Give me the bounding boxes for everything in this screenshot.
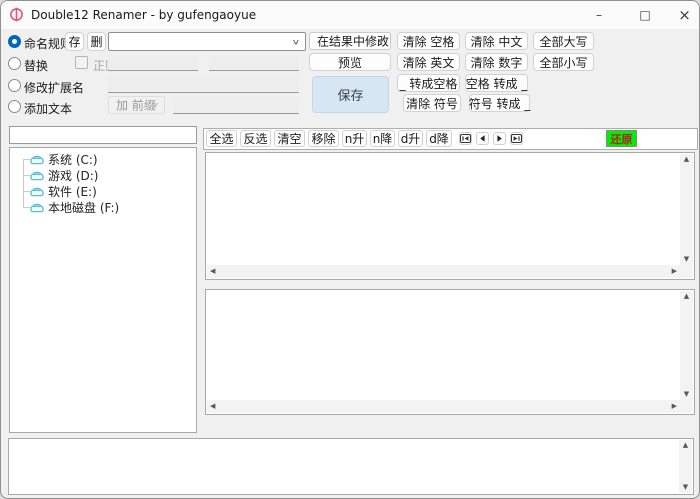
- tree-item-drive-f[interactable]: 本地磁盘 (F:): [30, 200, 119, 215]
- arrow-left-icon: [478, 134, 487, 143]
- arrow-right-icon: [495, 134, 504, 143]
- close-button[interactable]: ×: [668, 1, 700, 29]
- radio-add-text[interactable]: [8, 100, 21, 113]
- move-up-button[interactable]: [476, 132, 489, 145]
- clear-chinese-button[interactable]: 清除 中文: [465, 32, 528, 50]
- delete-rule-button[interactable]: 删: [87, 32, 106, 51]
- tree-item-label: 游戏 (D:): [48, 167, 98, 184]
- scrollbar-corner: [680, 400, 693, 413]
- tree-connector-line: [23, 159, 24, 207]
- clear-symbols-button[interactable]: 清除 符号: [403, 94, 461, 112]
- radio-extension[interactable]: [8, 79, 21, 92]
- move-down-button[interactable]: [493, 132, 506, 145]
- vertical-scrollbar[interactable]: ▲ ▼: [680, 154, 693, 265]
- replace-from-input[interactable]: [108, 54, 198, 71]
- horizontal-scrollbar[interactable]: ◀ ▶: [207, 265, 680, 278]
- vertical-scrollbar[interactable]: ▲ ▼: [679, 440, 692, 493]
- scroll-down-icon[interactable]: ▼: [683, 484, 688, 491]
- drive-tree[interactable]: 系统 (C:) 游戏 (D:) 软件 (E:) 本地磁盘 (F:): [9, 147, 197, 433]
- date-sort-asc-button[interactable]: d升: [398, 130, 423, 147]
- tree-item-label: 本地磁盘 (F:): [48, 199, 119, 216]
- preview-button[interactable]: 预览: [309, 53, 391, 71]
- scroll-left-icon[interactable]: ◀: [210, 403, 215, 410]
- vertical-scrollbar[interactable]: ▲ ▼: [680, 291, 693, 400]
- chevron-down-icon: ∨: [377, 37, 386, 46]
- add-text-input[interactable]: [173, 97, 299, 114]
- replace-to-input[interactable]: [209, 54, 299, 71]
- tree-item-drive-c[interactable]: 系统 (C:): [30, 152, 98, 167]
- scroll-up-icon[interactable]: ▲: [684, 156, 689, 163]
- select-all-button[interactable]: 全选: [206, 130, 237, 147]
- remove-item-button[interactable]: 移除: [308, 130, 339, 147]
- replace-label: 替换: [24, 57, 48, 74]
- minimize-icon: –: [596, 8, 602, 22]
- tree-item-label: 软件 (E:): [48, 183, 97, 200]
- clear-digits-button[interactable]: 清除 数字: [465, 53, 528, 71]
- move-last-button[interactable]: [510, 132, 523, 145]
- drive-icon: [30, 170, 44, 181]
- drive-icon: [30, 202, 44, 213]
- clear-english-button[interactable]: 清除 英文: [397, 53, 460, 71]
- underscore-to-space-button[interactable]: _ 转成空格: [397, 74, 460, 92]
- radio-naming-rule[interactable]: [8, 35, 21, 48]
- restore-button[interactable]: 还原: [606, 130, 637, 147]
- save-button[interactable]: 保存: [312, 76, 389, 113]
- symbols-to-underscore-button[interactable]: 符号 转成 _: [469, 94, 530, 112]
- scroll-right-icon[interactable]: ▶: [672, 403, 677, 410]
- path-input[interactable]: [9, 126, 197, 144]
- scrollbar-corner: [680, 265, 693, 278]
- add-text-label: 添加文本: [24, 100, 72, 117]
- tree-connector-line: [23, 159, 30, 160]
- chevron-down-icon: ∨: [151, 101, 160, 110]
- app-logo-icon: [9, 7, 24, 22]
- scroll-up-icon[interactable]: ▲: [683, 442, 688, 449]
- name-sort-desc-button[interactable]: n降: [370, 130, 395, 147]
- extension-input[interactable]: [108, 76, 299, 93]
- tree-connector-line: [23, 191, 30, 192]
- drive-icon: [30, 186, 44, 197]
- horizontal-scrollbar[interactable]: ◀ ▶: [207, 400, 680, 413]
- maximize-button[interactable]: □: [622, 1, 668, 29]
- maximize-icon: □: [639, 8, 650, 22]
- app-window: Double12 Renamer - by gufengaoyue – □ × …: [0, 0, 700, 499]
- radio-replace[interactable]: [8, 57, 21, 70]
- extension-label: 修改扩展名: [24, 79, 84, 96]
- drive-icon: [30, 154, 44, 165]
- minimize-button[interactable]: –: [576, 1, 622, 29]
- regex-checkbox[interactable]: [75, 56, 88, 69]
- move-first-button[interactable]: [459, 132, 472, 145]
- log-textarea[interactable]: ▲ ▼: [8, 438, 694, 495]
- uppercase-button[interactable]: 全部大写: [533, 32, 594, 50]
- clear-space-button[interactable]: 清除 空格: [397, 32, 460, 50]
- scroll-down-icon[interactable]: ▼: [684, 256, 689, 263]
- name-sort-asc-button[interactable]: n升: [342, 130, 367, 147]
- scroll-down-icon[interactable]: ▼: [684, 391, 689, 398]
- result-scope-select[interactable]: 在结果中修改 ∨: [309, 32, 391, 50]
- scroll-left-icon[interactable]: ◀: [210, 268, 215, 275]
- clear-list-button[interactable]: 清空: [274, 130, 305, 147]
- store-rule-button[interactable]: 存: [65, 32, 84, 51]
- tree-item-label: 系统 (C:): [48, 151, 98, 168]
- tree-connector-line: [23, 207, 30, 208]
- rule-combobox[interactable]: ∨: [108, 32, 306, 51]
- file-list-original[interactable]: ▲ ▼ ◀ ▶: [205, 152, 695, 280]
- window-title: Double12 Renamer - by gufengaoyue: [31, 8, 256, 22]
- tree-item-drive-d[interactable]: 游戏 (D:): [30, 168, 98, 183]
- tree-item-drive-e[interactable]: 软件 (E:): [30, 184, 97, 199]
- close-icon: ×: [678, 6, 691, 24]
- lowercase-button[interactable]: 全部小写: [533, 53, 594, 71]
- skip-first-icon: [460, 134, 471, 143]
- tree-connector-line: [23, 175, 30, 176]
- scroll-right-icon[interactable]: ▶: [672, 268, 677, 275]
- file-list-preview[interactable]: ▲ ▼ ◀ ▶: [205, 289, 695, 415]
- scroll-up-icon[interactable]: ▲: [684, 293, 689, 300]
- chevron-down-icon: ∨: [292, 37, 301, 46]
- skip-last-icon: [511, 134, 522, 143]
- date-sort-desc-button[interactable]: d降: [426, 130, 452, 147]
- invert-selection-button[interactable]: 反选: [240, 130, 271, 147]
- add-text-mode-select[interactable]: 加 前缀 ∨: [108, 96, 165, 114]
- title-bar: Double12 Renamer - by gufengaoyue – □ ×: [1, 1, 699, 29]
- space-to-underscore-button[interactable]: 空格 转成 _: [465, 74, 528, 92]
